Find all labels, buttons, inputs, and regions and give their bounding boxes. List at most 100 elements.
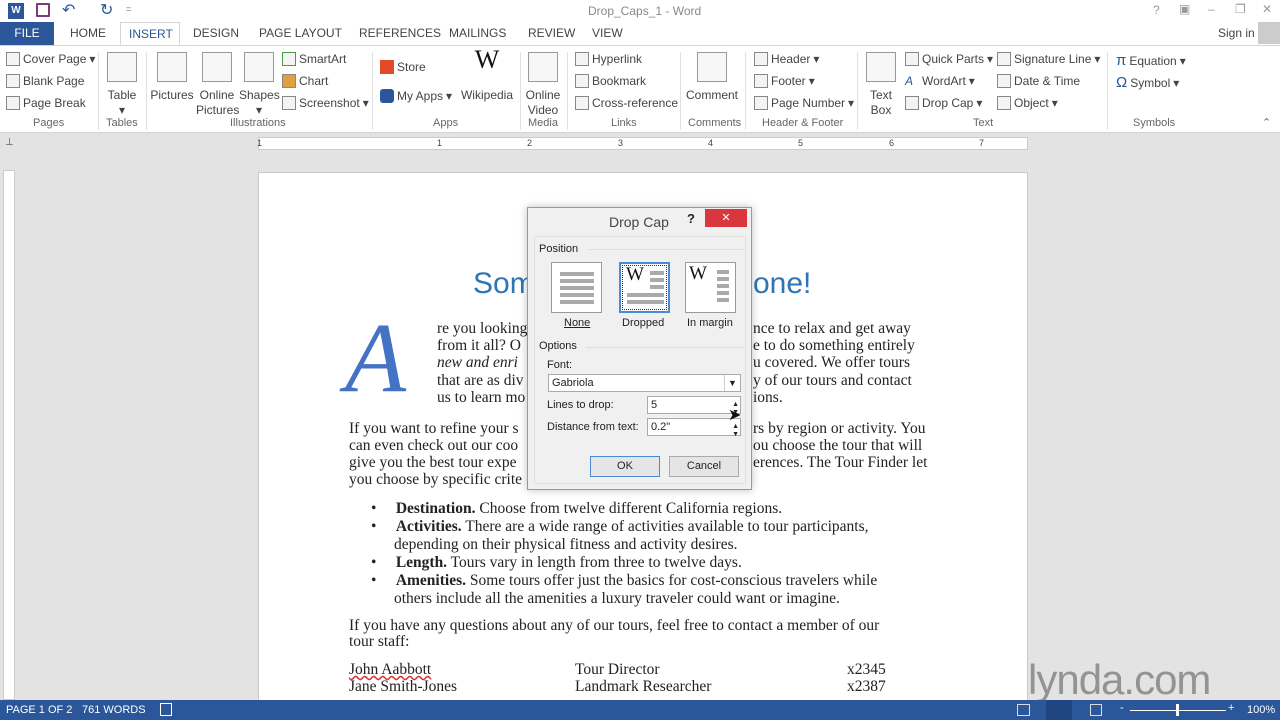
wordart-button[interactable]: A WordArt ▾	[905, 74, 975, 88]
zoom-slider-thumb[interactable]	[1176, 704, 1179, 716]
customize-qat-icon[interactable]: =	[126, 4, 131, 14]
tab-view[interactable]: VIEW	[584, 22, 631, 45]
restore-button[interactable]: ❐	[1235, 2, 1246, 16]
position-none-option[interactable]	[551, 262, 602, 313]
position-label: Position	[539, 243, 579, 255]
group-label-comments: Comments	[688, 117, 742, 129]
tab-insert[interactable]: INSERT	[120, 22, 180, 45]
chevron-down-icon[interactable]: ▼	[724, 375, 740, 391]
page-break-button[interactable]: Page Break	[6, 96, 86, 110]
cover-page-button[interactable]: Cover Page ▾	[6, 52, 95, 66]
divider	[586, 347, 743, 348]
dialog-close-button[interactable]: ✕	[705, 209, 747, 227]
zoom-out-button[interactable]: -	[1120, 702, 1124, 714]
pictures-button[interactable]: Pictures	[150, 52, 194, 103]
object-button[interactable]: Object ▾	[997, 96, 1058, 110]
status-bar: PAGE 1 OF 2 761 WORDS - + 100%	[0, 700, 1280, 720]
collapse-ribbon-icon[interactable]: ⌃	[1262, 116, 1271, 129]
signature-line-icon	[997, 52, 1011, 66]
header-button[interactable]: Header ▾	[754, 52, 819, 66]
zoom-in-button[interactable]: +	[1228, 702, 1234, 714]
footer-button[interactable]: Footer ▾	[754, 74, 815, 88]
symbol-button[interactable]: Ω Symbol ▾	[1116, 74, 1179, 91]
minimize-button[interactable]: –	[1208, 2, 1215, 16]
user-avatar-icon[interactable]	[1258, 22, 1280, 44]
equation-button[interactable]: π Equation ▾	[1116, 52, 1186, 69]
w-glyph-icon: W	[626, 264, 644, 285]
distance-from-text-stepper[interactable]: 0.2" ▲ ▼	[647, 418, 741, 438]
zoom-level[interactable]: 100%	[1247, 704, 1275, 716]
paragraph-line: e to do something entirely	[753, 337, 915, 354]
position-dropped-option[interactable]: W	[619, 262, 670, 313]
staff-name: John Aabbott	[349, 661, 432, 678]
position-dropped-label[interactable]: Dropped	[622, 317, 664, 329]
tab-home[interactable]: HOME	[62, 22, 114, 45]
cancel-button[interactable]: Cancel	[669, 456, 739, 477]
spin-down-icon[interactable]: ▼	[732, 427, 739, 443]
dialog-help-button[interactable]: ?	[687, 211, 695, 226]
horizontal-ruler[interactable]: 1 1 2 3 4 5 6 7	[257, 137, 1028, 150]
divider	[372, 52, 373, 130]
divider	[146, 52, 147, 130]
my-apps-icon	[380, 89, 394, 103]
store-button[interactable]: Store	[380, 60, 426, 74]
text-box-button[interactable]: Text Box	[864, 52, 898, 118]
tab-page-layout[interactable]: PAGE LAYOUT	[251, 22, 350, 45]
chart-button[interactable]: Chart	[282, 74, 328, 88]
mouse-cursor-icon: ➤	[728, 407, 742, 424]
tab-file[interactable]: FILE	[0, 22, 54, 45]
position-none-label[interactable]: None	[564, 317, 590, 329]
tab-review[interactable]: REVIEW	[520, 22, 583, 45]
vertical-ruler[interactable]	[3, 170, 15, 700]
comment-icon	[697, 52, 727, 82]
bullet-continuation: others include all the amenities a luxur…	[394, 590, 840, 607]
quick-parts-button[interactable]: Quick Parts ▾	[905, 52, 993, 66]
store-icon	[380, 60, 394, 74]
sign-in-link[interactable]: Sign in	[1218, 26, 1255, 40]
page-number-button[interactable]: Page Number ▾	[754, 96, 854, 110]
signature-line-button[interactable]: Signature Line ▾	[997, 52, 1100, 66]
tab-references[interactable]: REFERENCES	[351, 22, 449, 45]
page-count[interactable]: PAGE 1 OF 2	[6, 704, 72, 716]
drop-cap-button[interactable]: Drop Cap ▾	[905, 96, 982, 110]
cross-reference-icon	[575, 96, 589, 110]
blank-page-button[interactable]: Blank Page	[6, 74, 84, 88]
redo-icon[interactable]: ↻	[100, 0, 113, 20]
wikipedia-button[interactable]: W Wikipedia	[460, 47, 514, 103]
hyperlink-icon	[575, 52, 589, 66]
tab-selector-icon[interactable]: ⊥	[3, 137, 16, 150]
help-button[interactable]: ?	[1153, 3, 1160, 17]
shapes-button[interactable]: Shapes ▾	[239, 52, 280, 118]
tab-mailings[interactable]: MAILINGS	[441, 22, 514, 45]
paragraph-line: new and enri	[437, 354, 518, 371]
comment-button[interactable]: Comment	[684, 52, 740, 103]
cross-reference-button[interactable]: Cross-reference	[575, 96, 678, 110]
word-count[interactable]: 761 WORDS	[82, 704, 146, 716]
date-time-button[interactable]: Date & Time	[997, 74, 1080, 88]
position-in-margin-option[interactable]: W	[685, 262, 736, 313]
save-icon[interactable]	[36, 3, 50, 17]
paragraph-line: tour staff:	[349, 633, 410, 650]
hyperlink-button[interactable]: Hyperlink	[575, 52, 642, 66]
lines-to-drop-stepper[interactable]: 5 ▲ ▼	[647, 396, 741, 416]
lynda-watermark: lynda.com	[1028, 656, 1211, 703]
position-in-margin-label[interactable]: In margin	[687, 317, 733, 329]
online-video-button[interactable]: Online Video	[522, 52, 564, 118]
print-layout-icon[interactable]	[1046, 700, 1072, 720]
smartart-button[interactable]: SmartArt	[282, 52, 346, 66]
font-select[interactable]: Gabriola ▼	[548, 374, 741, 392]
read-mode-icon[interactable]	[1017, 704, 1030, 716]
screenshot-button[interactable]: Screenshot ▾	[282, 96, 369, 110]
table-button[interactable]: Table ▾	[104, 52, 140, 118]
ribbon-display-button[interactable]: ▣	[1179, 2, 1190, 16]
bookmark-button[interactable]: Bookmark	[575, 74, 646, 88]
online-pictures-button[interactable]: Online Pictures	[196, 52, 239, 118]
ribbon-insert: Cover Page ▾ Blank Page Page Break Pages…	[0, 45, 1280, 133]
proofing-icon[interactable]	[160, 703, 172, 716]
close-button[interactable]: ✕	[1262, 2, 1272, 16]
tab-design[interactable]: DESIGN	[185, 22, 247, 45]
web-layout-icon[interactable]	[1090, 704, 1102, 716]
my-apps-button[interactable]: My Apps ▾	[380, 89, 452, 103]
undo-icon[interactable]: ↶	[62, 0, 75, 20]
ok-button[interactable]: OK	[590, 456, 660, 477]
